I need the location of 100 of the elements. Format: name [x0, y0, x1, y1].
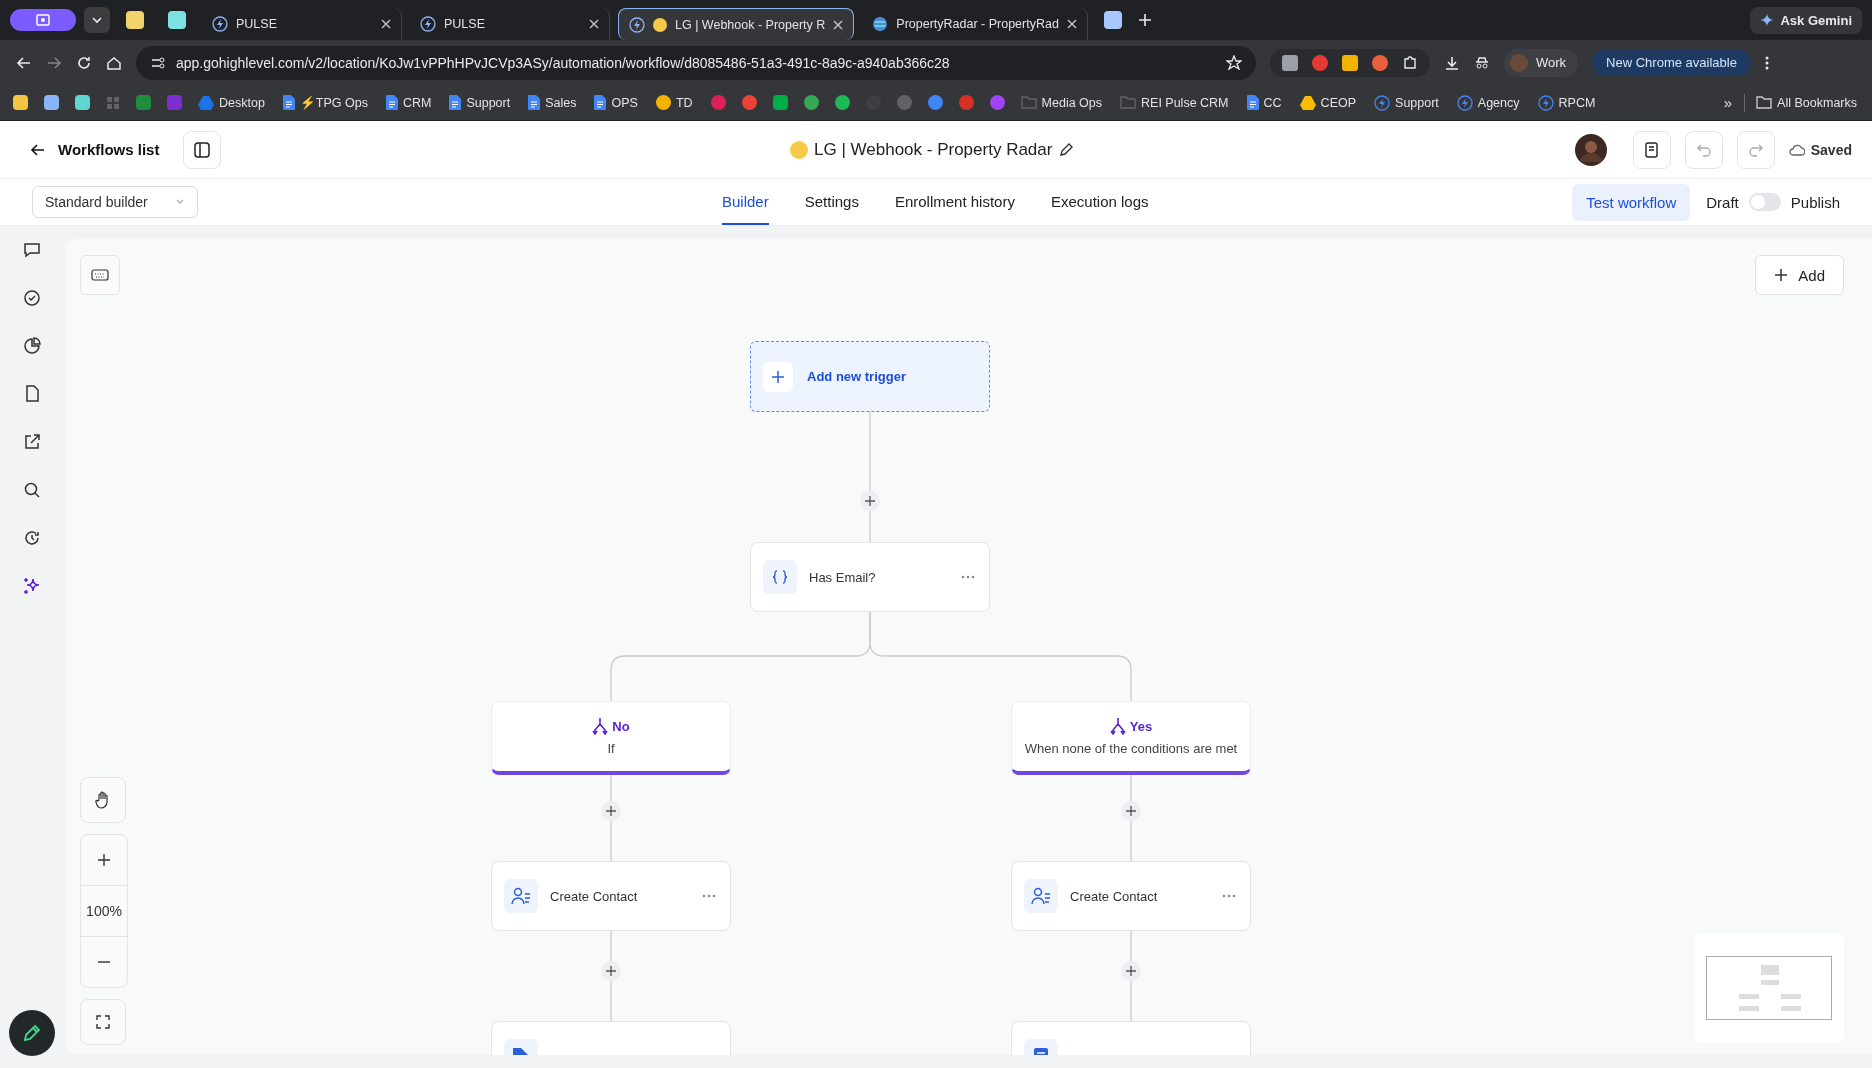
bookmark[interactable]: Support	[1369, 91, 1446, 114]
bookmark[interactable]: Agency	[1451, 91, 1527, 114]
keyboard-icon[interactable]	[80, 255, 120, 295]
puzzle-icon[interactable]	[1402, 54, 1418, 71]
history-icon[interactable]	[22, 528, 42, 548]
test-workflow-button[interactable]: Test workflow	[1572, 183, 1691, 221]
bookmark[interactable]: Support	[444, 92, 518, 113]
avatar[interactable]	[1574, 133, 1607, 166]
external-link-icon[interactable]	[22, 432, 42, 452]
chat-icon[interactable]	[22, 240, 42, 260]
bookmark[interactable]: Desktop	[193, 92, 272, 113]
add-step-button[interactable]	[860, 491, 880, 511]
contact-icon	[511, 887, 531, 905]
reload-icon[interactable]	[76, 54, 92, 71]
back-arrow-icon	[30, 141, 46, 158]
more-icon[interactable]	[1222, 894, 1236, 898]
bookmark[interactable]: CRM	[380, 92, 439, 113]
pan-tool-icon[interactable]	[80, 777, 126, 823]
bookmark[interactable]: CEOP	[1294, 92, 1364, 113]
bookmark[interactable]: CC	[1241, 92, 1289, 113]
menu-icon[interactable]	[1764, 55, 1769, 70]
globe-icon	[872, 16, 889, 32]
more-icon[interactable]	[961, 575, 975, 579]
builder-select[interactable]: Standard builder	[32, 186, 198, 218]
add-button[interactable]: Add	[1755, 255, 1844, 295]
forward-icon[interactable]	[46, 54, 62, 71]
incognito-icon[interactable]	[1474, 54, 1490, 71]
bookmark[interactable]: ⚡TPG Ops	[277, 92, 375, 113]
pinned-tab[interactable]	[126, 11, 144, 29]
home-icon[interactable]	[106, 54, 122, 71]
profile-button[interactable]: Work	[1504, 48, 1579, 77]
close-icon[interactable]	[1066, 19, 1077, 29]
pie-chart-icon[interactable]	[22, 336, 42, 356]
extension-icon[interactable]	[1372, 54, 1388, 71]
ask-gemini-button[interactable]: Ask Gemini	[1750, 6, 1862, 34]
branch-node[interactable]: No If	[491, 701, 731, 775]
branch-node[interactable]: Yes When none of the conditions are met	[1011, 701, 1251, 775]
add-trigger-node[interactable]: Add new trigger	[750, 341, 990, 412]
avatar	[1510, 53, 1528, 72]
saved-status: Saved	[1788, 141, 1852, 158]
bookmark[interactable]: Sales	[523, 92, 584, 113]
more-icon[interactable]	[702, 894, 716, 898]
close-icon[interactable]	[381, 19, 391, 29]
edit-icon[interactable]	[1058, 141, 1075, 158]
add-step-button[interactable]	[601, 801, 621, 821]
profile-group-icon[interactable]	[10, 9, 76, 31]
braces-icon	[763, 560, 797, 594]
back-icon[interactable]	[16, 54, 32, 71]
publish-toggle[interactable]	[1748, 193, 1781, 211]
plus-icon	[865, 496, 875, 506]
workflows-list-link[interactable]: Workflows list	[30, 141, 160, 158]
bookmark[interactable]: Media Ops	[1015, 92, 1109, 113]
update-button[interactable]: New Chrome available	[1592, 49, 1751, 76]
cloud-check-icon	[1788, 142, 1805, 157]
more-bookmarks-button[interactable]: »	[1717, 94, 1739, 111]
close-icon[interactable]	[833, 19, 844, 30]
add-step-button[interactable]	[1121, 801, 1141, 821]
bookmark[interactable]: RPCM	[1532, 91, 1603, 114]
create-contact-node[interactable]: Create Contact	[1011, 861, 1251, 931]
edit-button[interactable]	[9, 1010, 55, 1056]
address-bar[interactable]: app.gohighlevel.com/v2/location/KoJw1vPPhHPvJCVp3ASy/automation/workflow/d8085486-51a3-491c-8a9c-a940ab366c28	[136, 45, 1256, 80]
workflow-title: LG | Webhook - Property Radar	[814, 139, 1053, 160]
bolt-icon	[629, 16, 645, 33]
plus-icon	[1126, 806, 1136, 816]
split-icon	[592, 717, 609, 735]
add-step-button[interactable]	[1121, 961, 1141, 981]
pinned-tab[interactable]	[168, 11, 186, 29]
sparkle-icon[interactable]	[22, 576, 42, 596]
close-icon[interactable]	[589, 19, 599, 29]
check-circle-icon[interactable]	[22, 288, 42, 308]
new-tab-icon[interactable]	[1137, 13, 1152, 27]
plus-icon	[606, 806, 616, 816]
download-icon[interactable]	[1444, 54, 1460, 71]
all-bookmarks-button[interactable]: All Bookmarks	[1751, 92, 1864, 113]
tab-search-icon[interactable]	[84, 7, 110, 33]
sidebar-toggle-icon[interactable]	[183, 130, 222, 169]
circle-icon	[790, 140, 808, 159]
nav-tab[interactable]: Enrollment history	[894, 179, 1015, 225]
nav-tab[interactable]: Execution logs	[1050, 179, 1149, 225]
url-text: app.gohighlevel.com/v2/location/KoJw1vPPhHPvJCVp3ASy/automation/workflow/d8085486-51a3-491c-8a9c-a940ab366c28	[176, 54, 950, 71]
draft-label: Draft	[1706, 193, 1739, 211]
fit-view-icon[interactable]	[80, 999, 126, 1045]
site-settings-icon[interactable]	[150, 54, 166, 71]
search-icon[interactable]	[22, 480, 42, 500]
bookmark[interactable]: OPS	[589, 92, 645, 113]
nav-tab[interactable]: Settings	[804, 179, 859, 225]
browser-tab[interactable]: LG | Webhook - Property R	[618, 8, 855, 40]
create-contact-node[interactable]: Create Contact	[491, 861, 731, 931]
pinned-tab[interactable]	[1103, 11, 1122, 29]
add-step-button[interactable]	[601, 961, 621, 981]
extension-icon[interactable]	[1342, 54, 1358, 71]
condition-node[interactable]: Has Email?	[750, 542, 990, 612]
notes-icon[interactable]	[1632, 130, 1671, 169]
plus-icon	[98, 854, 110, 866]
zoom-level: 100%	[81, 885, 127, 937]
minus-icon	[98, 961, 110, 963]
bookmark[interactable]: REI Pulse CRM	[1115, 92, 1236, 113]
publish-label: Publish	[1790, 193, 1840, 211]
bookmark[interactable]: TD	[650, 92, 700, 113]
star-icon[interactable]	[1226, 54, 1242, 71]
